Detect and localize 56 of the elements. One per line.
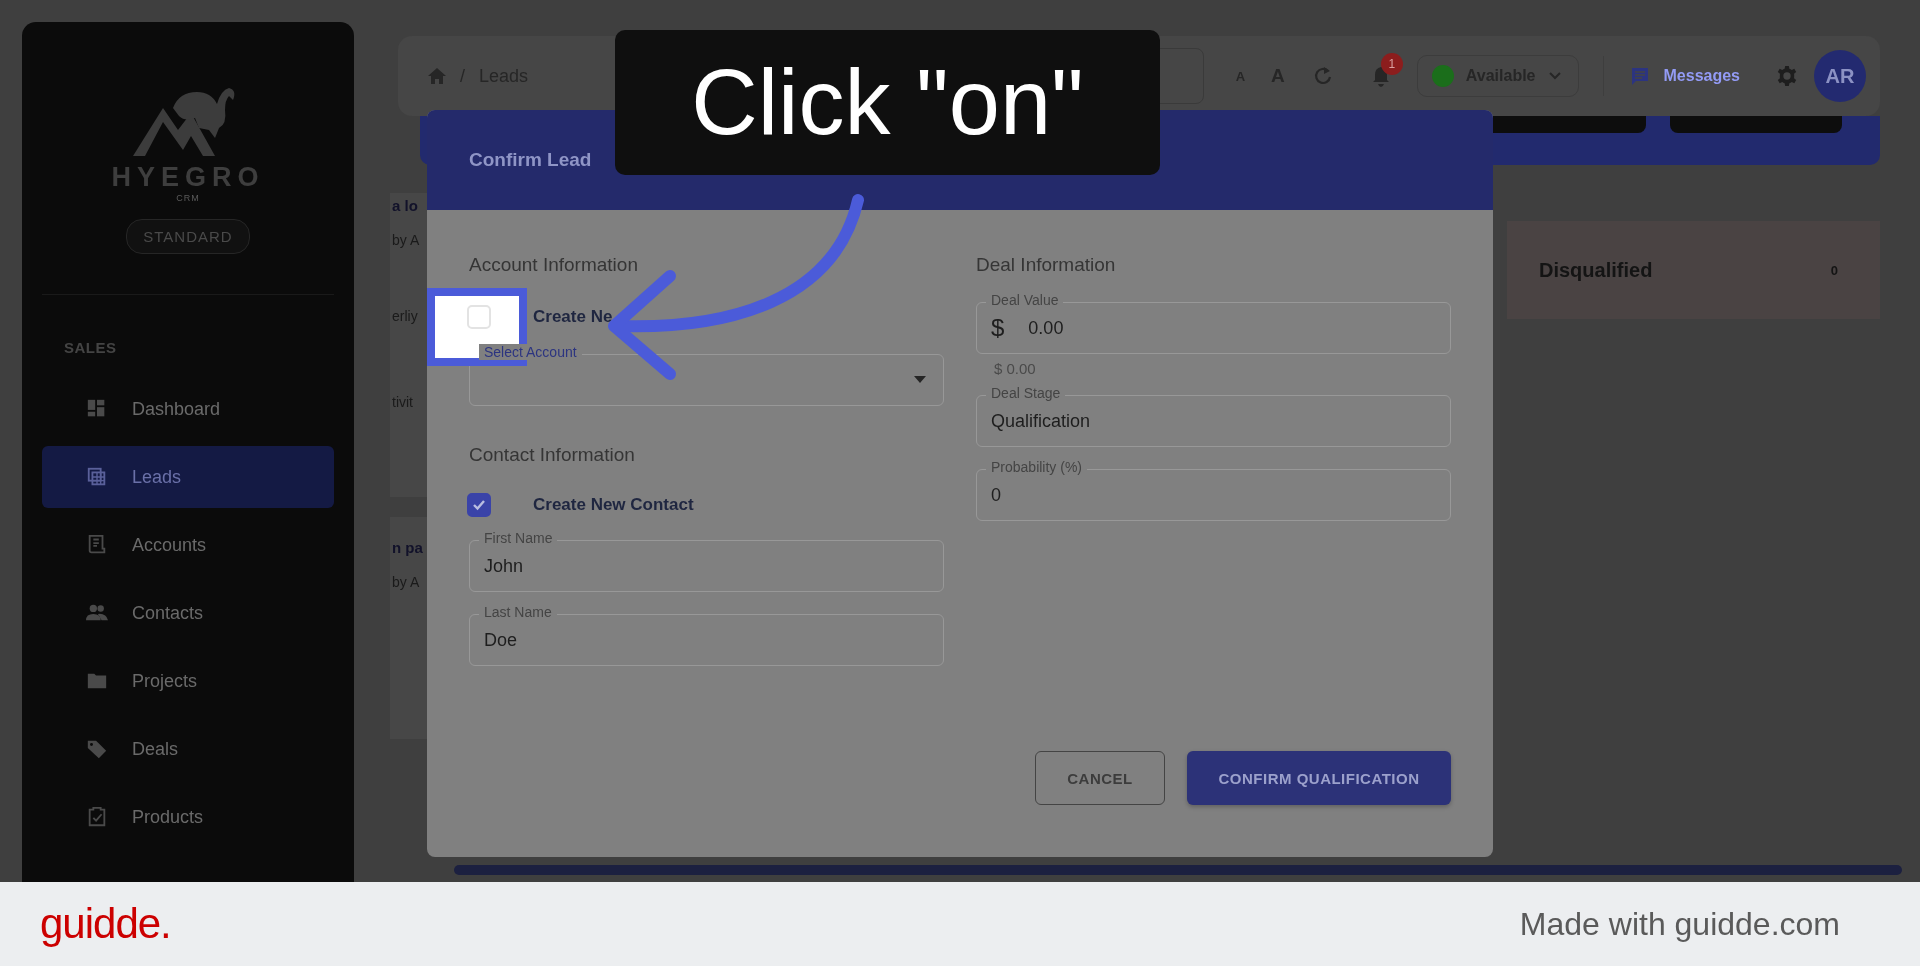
text-field[interactable]: Probability (%) 0 bbox=[976, 459, 1451, 521]
logo-tagline: CRM bbox=[176, 193, 200, 203]
brand-logo[interactable]: guidde. bbox=[40, 900, 171, 948]
checkbox[interactable] bbox=[467, 493, 491, 517]
field-label: Last Name bbox=[479, 604, 557, 620]
text-field[interactable]: Deal Value $ 0.00 bbox=[976, 292, 1451, 354]
section-heading: Contact Information bbox=[469, 444, 636, 467]
field-label: Select Account bbox=[479, 344, 582, 360]
nav-item[interactable]: Accounts bbox=[42, 514, 334, 576]
field-label: First Name bbox=[479, 530, 558, 546]
receipt-icon bbox=[86, 534, 108, 556]
field-value: Doe bbox=[484, 629, 518, 651]
text-field[interactable]: Select Account bbox=[469, 344, 944, 406]
chevron-down-icon bbox=[1547, 71, 1562, 81]
plan-badge: STANDARD bbox=[126, 219, 250, 254]
breadcrumb-separator: / bbox=[460, 65, 465, 87]
notification-badge: 1 bbox=[1380, 53, 1403, 75]
nav-item[interactable]: Projects bbox=[42, 650, 334, 712]
nav-item[interactable]: Dashboard bbox=[42, 378, 334, 440]
section-heading: Account Information bbox=[469, 254, 639, 277]
currency-prefix: $ bbox=[991, 314, 1005, 342]
checkbox-label: Create Ne bbox=[533, 307, 613, 327]
section-heading: Deal Information bbox=[976, 254, 1117, 277]
banner-button[interactable] bbox=[1670, 116, 1842, 133]
cancel-button[interactable]: CANCEL bbox=[1035, 751, 1165, 805]
field-value: John bbox=[484, 555, 524, 577]
text-field[interactable]: Deal Stage Qualification bbox=[976, 385, 1451, 447]
refresh-icon[interactable] bbox=[1312, 66, 1333, 86]
checkbox-label: Create New Contact bbox=[533, 495, 694, 515]
tag-icon bbox=[86, 738, 108, 760]
nav-item[interactable]: Deals bbox=[42, 718, 334, 780]
text-field[interactable]: First Name John bbox=[469, 530, 944, 592]
field-value: Qualification bbox=[991, 410, 1091, 432]
field-label: Deal Value bbox=[986, 292, 1064, 308]
settings-icon[interactable] bbox=[1776, 65, 1798, 87]
field-value: 0.00 bbox=[1028, 317, 1064, 339]
scrollbar[interactable] bbox=[454, 865, 1902, 875]
dropdown-arrow-icon bbox=[914, 376, 926, 383]
nav-item[interactable]: Products bbox=[42, 786, 334, 848]
confirm-button[interactable]: CONFIRM QUALIFICATION bbox=[1187, 751, 1451, 805]
checkmark-icon bbox=[472, 499, 486, 511]
text-field[interactable]: Last Name Doe bbox=[469, 604, 944, 666]
section-label: SALES bbox=[64, 339, 118, 356]
instruction-tooltip: Click "on" bbox=[615, 30, 1160, 175]
messages-button[interactable]: Messages bbox=[1629, 66, 1740, 86]
chat-icon bbox=[1629, 66, 1650, 86]
nav-item[interactable]: Contacts bbox=[42, 582, 334, 644]
clipboard-check-icon bbox=[86, 806, 108, 828]
field-label: Probability (%) bbox=[986, 459, 1088, 475]
field-value: 0 bbox=[991, 484, 1001, 506]
field-label: Deal Stage bbox=[986, 385, 1066, 401]
credit-text: Made with guidde.com bbox=[1519, 905, 1840, 943]
table-icon bbox=[86, 466, 108, 488]
user-avatar[interactable]: AR bbox=[1814, 50, 1866, 102]
home-icon bbox=[428, 68, 446, 84]
nav-item[interactable]: Leads bbox=[42, 446, 334, 508]
